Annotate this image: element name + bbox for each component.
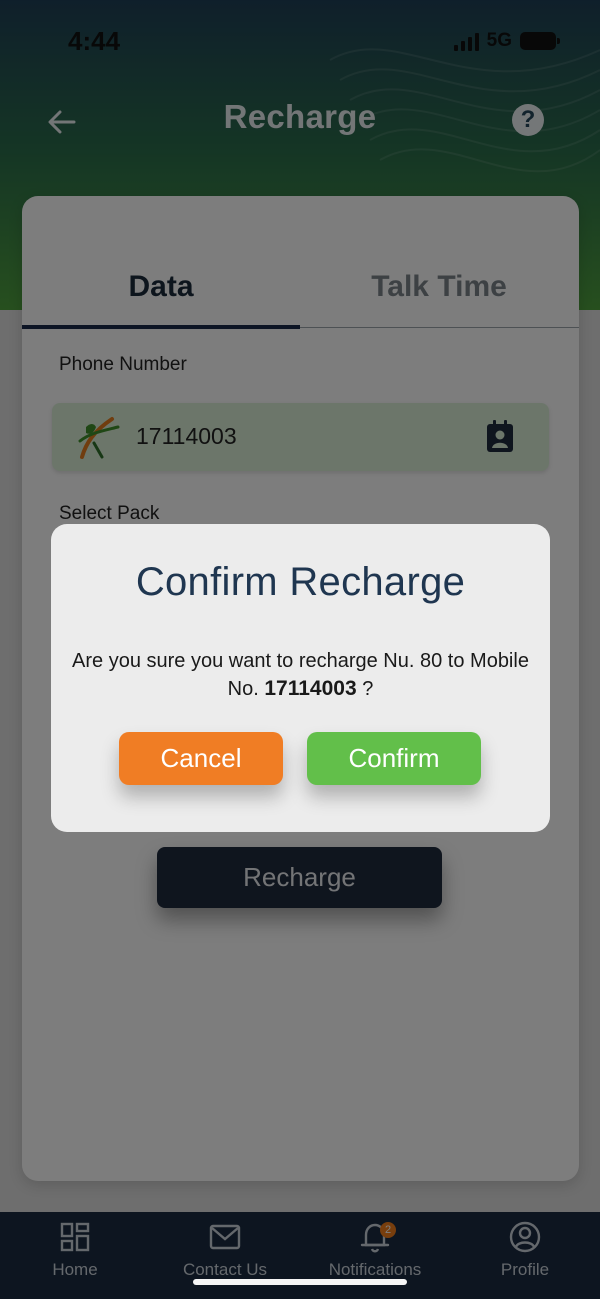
dialog-mobile-number: 17114003	[264, 677, 357, 700]
dialog-message: Are you sure you want to recharge Nu. 80…	[71, 647, 530, 703]
confirm-recharge-dialog: Confirm Recharge Are you sure you want t…	[51, 524, 550, 832]
dialog-message-suffix: ?	[362, 678, 374, 700]
home-indicator	[193, 1279, 407, 1285]
confirm-button[interactable]: Confirm	[307, 732, 481, 785]
cancel-button[interactable]: Cancel	[119, 732, 283, 785]
dialog-title: Confirm Recharge	[135, 560, 466, 604]
